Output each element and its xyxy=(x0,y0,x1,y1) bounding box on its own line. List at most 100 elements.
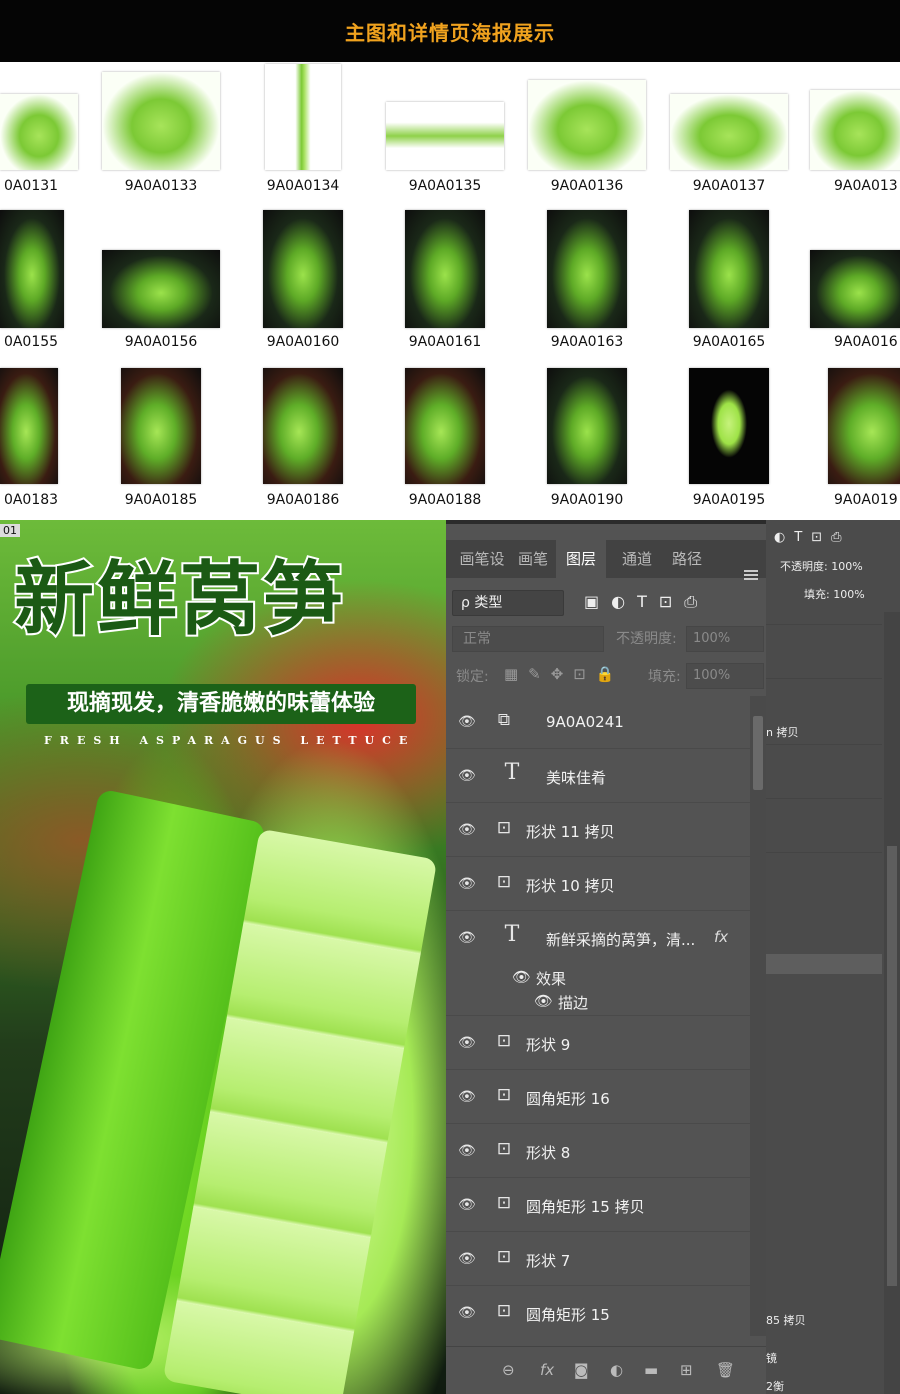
thumbnail-filename: 9A0A0160 xyxy=(266,334,340,350)
effects-eye-icon[interactable]: 👁 xyxy=(512,968,531,986)
thumbnail-image[interactable] xyxy=(405,368,485,484)
visibility-eye-icon[interactable]: 👁 xyxy=(458,1305,476,1321)
thumbnail-image[interactable] xyxy=(689,210,769,328)
thumbnail-filename: 9A0A0190 xyxy=(550,492,624,508)
visibility-eye-icon[interactable]: 👁 xyxy=(458,822,476,838)
thumbnail-image[interactable] xyxy=(121,368,201,484)
thumbnail-grid: 0A0131 9A0A0133 9A0A0134 9A0A0135 9A0A01… xyxy=(0,62,900,520)
layer-name[interactable]: 形状 8 xyxy=(526,1142,570,1163)
lock-icons[interactable]: ▦✎✥⊡🔒 xyxy=(504,665,625,683)
secondary-layer-name[interactable]: n 拷贝 xyxy=(766,724,798,740)
secondary-layer-name[interactable]: 85 拷贝 xyxy=(766,1312,806,1328)
adjustment-layer-icon[interactable]: ◐ xyxy=(610,1361,623,1379)
layer-row[interactable]: 👁 ⊡ 圆角矩形 15 xyxy=(446,1287,750,1336)
thumbnail-image[interactable] xyxy=(810,250,900,328)
thumbnail-image[interactable] xyxy=(102,250,220,328)
thumbnail-image[interactable] xyxy=(810,90,900,170)
layer-row[interactable]: 👁 T 新鲜采摘的莴笋，清... fx 👁 效果 👁 描边 xyxy=(446,912,750,1016)
filter-type-icons[interactable]: ▣◐T⊡⎙ xyxy=(584,592,709,612)
secondary-filter-icons[interactable]: ◐T⊡⎙ xyxy=(774,530,851,545)
layer-row[interactable]: 👁 ⊡ 形状 11 拷贝 xyxy=(446,804,750,857)
new-group-icon[interactable]: ▬ xyxy=(644,1361,658,1379)
tab-brush[interactable]: 画笔 xyxy=(512,540,554,578)
secondary-panel: ◐T⊡⎙ 不透明度: 100% 填充: 100% n 拷贝 85 拷贝 镜 2衡 xyxy=(766,520,900,1394)
layer-list-scrollbar[interactable] xyxy=(750,696,766,1336)
layer-row[interactable]: 👁 ⊡ 形状 7 xyxy=(446,1233,750,1286)
visibility-eye-icon[interactable]: 👁 xyxy=(458,876,476,892)
thumbnail-image[interactable] xyxy=(547,210,627,328)
visibility-eye-icon[interactable]: 👁 xyxy=(458,1143,476,1159)
tab-paths[interactable]: 路径 xyxy=(662,540,712,578)
thumbnail-image[interactable] xyxy=(386,102,504,170)
blend-mode-select[interactable]: 正常 xyxy=(452,626,604,652)
thumbnail-image[interactable] xyxy=(689,368,769,484)
layer-row[interactable]: 👁 ⊡ 形状 10 拷贝 xyxy=(446,858,750,911)
visibility-eye-icon[interactable]: 👁 xyxy=(458,1197,476,1213)
panel-menu-icon[interactable] xyxy=(744,570,758,580)
tab-channels[interactable]: 通道 xyxy=(612,540,662,578)
secondary-selected-row[interactable] xyxy=(766,954,882,974)
shape-layer-icon: ⊡ xyxy=(496,1031,512,1051)
add-mask-icon[interactable]: ◙ xyxy=(574,1361,589,1379)
new-layer-icon[interactable]: ⊞ xyxy=(680,1361,693,1379)
layer-name[interactable]: 形状 7 xyxy=(526,1250,570,1271)
link-layers-icon[interactable]: ⊖ xyxy=(502,1361,515,1379)
visibility-eye-icon[interactable]: 👁 xyxy=(458,1089,476,1105)
visibility-eye-icon[interactable]: 👁 xyxy=(458,930,476,946)
layer-name[interactable]: 形状 9 xyxy=(526,1034,570,1055)
thumbnail-image[interactable] xyxy=(0,94,78,170)
stroke-effect-label[interactable]: 描边 xyxy=(558,992,588,1013)
opacity-field[interactable]: 100% xyxy=(686,626,764,652)
thumbnail-image[interactable] xyxy=(102,72,220,170)
layer-filter-select[interactable]: ρ 类型 xyxy=(452,590,564,616)
thumbnail-image[interactable] xyxy=(405,210,485,328)
layer-row[interactable]: 👁 ⊡ 圆角矩形 15 拷贝 xyxy=(446,1179,750,1232)
visibility-eye-icon[interactable]: 👁 xyxy=(458,768,476,784)
visibility-eye-icon[interactable]: 👁 xyxy=(458,1035,476,1051)
layer-effects-icon[interactable]: fx xyxy=(714,928,728,946)
document-tab-number[interactable]: 01 xyxy=(0,524,20,537)
layer-row[interactable]: 👁 ⊡ 形状 9 xyxy=(446,1017,750,1070)
thumbnail-image[interactable] xyxy=(547,368,627,484)
thumbnail-image[interactable] xyxy=(670,94,788,170)
secondary-layer-name[interactable]: 镜 xyxy=(766,1350,777,1366)
layer-name[interactable]: 圆角矩形 15 xyxy=(526,1304,610,1325)
shape-layer-icon: ⊡ xyxy=(496,1085,512,1105)
layer-name[interactable]: 圆角矩形 16 xyxy=(526,1088,610,1109)
layer-row[interactable]: 👁 ⧉ 9A0A0241 xyxy=(446,696,750,749)
layers-panel: 画笔设 画笔 图层 通道 路径 ρ 类型 ▣◐T⊡⎙ 正常 不透明度: 100%… xyxy=(446,520,900,1394)
thumbnail-image[interactable] xyxy=(263,368,343,484)
tab-layers[interactable]: 图层 xyxy=(556,540,606,578)
layer-name[interactable]: 形状 11 拷贝 xyxy=(526,821,615,842)
secondary-opacity[interactable]: 不透明度: 100% xyxy=(780,558,863,574)
thumbnail-image[interactable] xyxy=(0,368,58,484)
thumbnail-image[interactable] xyxy=(265,64,341,170)
layer-name[interactable]: 9A0A0241 xyxy=(546,713,624,731)
thumbnail-image[interactable] xyxy=(0,210,64,328)
visibility-eye-icon[interactable]: 👁 xyxy=(458,1251,476,1267)
delete-layer-icon[interactable]: 🗑 xyxy=(716,1361,735,1379)
tab-brush-settings[interactable]: 画笔设 xyxy=(454,540,510,578)
layer-list-scroll-thumb[interactable] xyxy=(753,716,763,790)
layer-row[interactable]: 👁 T 美味佳肴 xyxy=(446,750,750,803)
layer-name[interactable]: 圆角矩形 15 拷贝 xyxy=(526,1196,645,1217)
layer-name[interactable]: 美味佳肴 xyxy=(546,767,606,788)
layer-name[interactable]: 新鲜采摘的莴笋，清... xyxy=(546,929,695,950)
secondary-layer-name[interactable]: 2衡 xyxy=(766,1378,784,1394)
thumbnail-image[interactable] xyxy=(828,368,900,484)
effects-label[interactable]: 效果 xyxy=(536,968,566,989)
layer-row[interactable]: 👁 ⊡ 形状 8 xyxy=(446,1125,750,1178)
stroke-eye-icon[interactable]: 👁 xyxy=(534,992,553,1010)
shape-layer-icon: ⊡ xyxy=(496,1139,512,1159)
thumbnail-image[interactable] xyxy=(263,210,343,328)
secondary-scroll-thumb[interactable] xyxy=(887,846,897,1286)
visibility-eye-icon[interactable]: 👁 xyxy=(458,714,476,730)
fill-field[interactable]: 100% xyxy=(686,663,764,689)
layer-name[interactable]: 形状 10 拷贝 xyxy=(526,875,615,896)
layer-row[interactable]: 👁 ⊡ 圆角矩形 16 xyxy=(446,1071,750,1124)
secondary-fill[interactable]: 填充: 100% xyxy=(804,586,865,602)
thumbnail-filename: 9A0A0186 xyxy=(266,492,340,508)
poster-canvas[interactable]: 01 新鲜莴笋 现摘现发，清香脆嫩的味蕾体验 FRESH ASPARAGUS L… xyxy=(0,520,446,1394)
thumbnail-image[interactable] xyxy=(528,80,646,170)
add-style-icon[interactable]: fx xyxy=(540,1361,554,1379)
